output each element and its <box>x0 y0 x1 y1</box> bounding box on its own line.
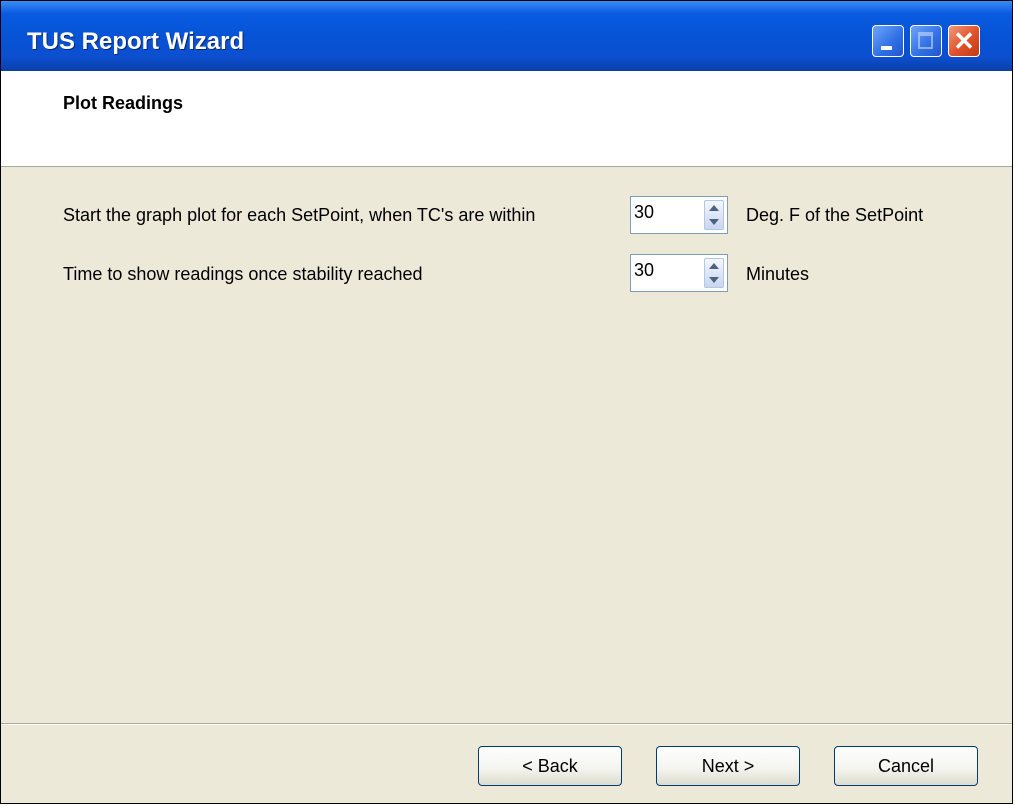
duration-label: Time to show readings once stability rea… <box>63 264 423 284</box>
close-icon: ✕ <box>953 26 975 56</box>
duration-unit: Minutes <box>746 264 810 284</box>
title-bar[interactable]: TUS Report Wizard ✕ <box>1 1 1012 72</box>
spin-up-icon[interactable] <box>709 263 719 269</box>
duration-value[interactable]: 30 <box>634 260 654 281</box>
wizard-header: Plot Readings <box>1 71 1012 167</box>
footer-divider <box>1 723 1012 725</box>
stability-unit: Deg. F of the SetPoint <box>746 205 924 225</box>
maximize-icon <box>918 32 933 49</box>
duration-spinner[interactable]: 30 <box>630 254 728 292</box>
cancel-button[interactable]: Cancel <box>834 746 978 786</box>
duration-spin-buttons[interactable] <box>704 258 724 288</box>
minimize-button[interactable] <box>872 25 904 57</box>
minimize-icon <box>881 46 892 50</box>
page-title: Plot Readings <box>63 93 184 113</box>
spin-down-icon[interactable] <box>709 219 719 225</box>
spin-down-icon[interactable] <box>709 277 719 283</box>
maximize-button[interactable] <box>910 25 942 57</box>
stability-value[interactable]: 30 <box>634 202 654 223</box>
stability-spin-buttons[interactable] <box>704 200 724 230</box>
back-button[interactable]: < Back <box>478 746 622 786</box>
wizard-window: TUS Report Wizard ✕ Plot Readings Start … <box>0 0 1013 804</box>
next-button[interactable]: Next > <box>656 746 800 786</box>
stability-label: Start the graph plot for each SetPoint, … <box>63 205 536 225</box>
close-button[interactable]: ✕ <box>948 25 980 57</box>
stability-spinner[interactable]: 30 <box>630 196 728 234</box>
window-title: TUS Report Wizard <box>27 28 245 55</box>
spin-up-icon[interactable] <box>709 205 719 211</box>
